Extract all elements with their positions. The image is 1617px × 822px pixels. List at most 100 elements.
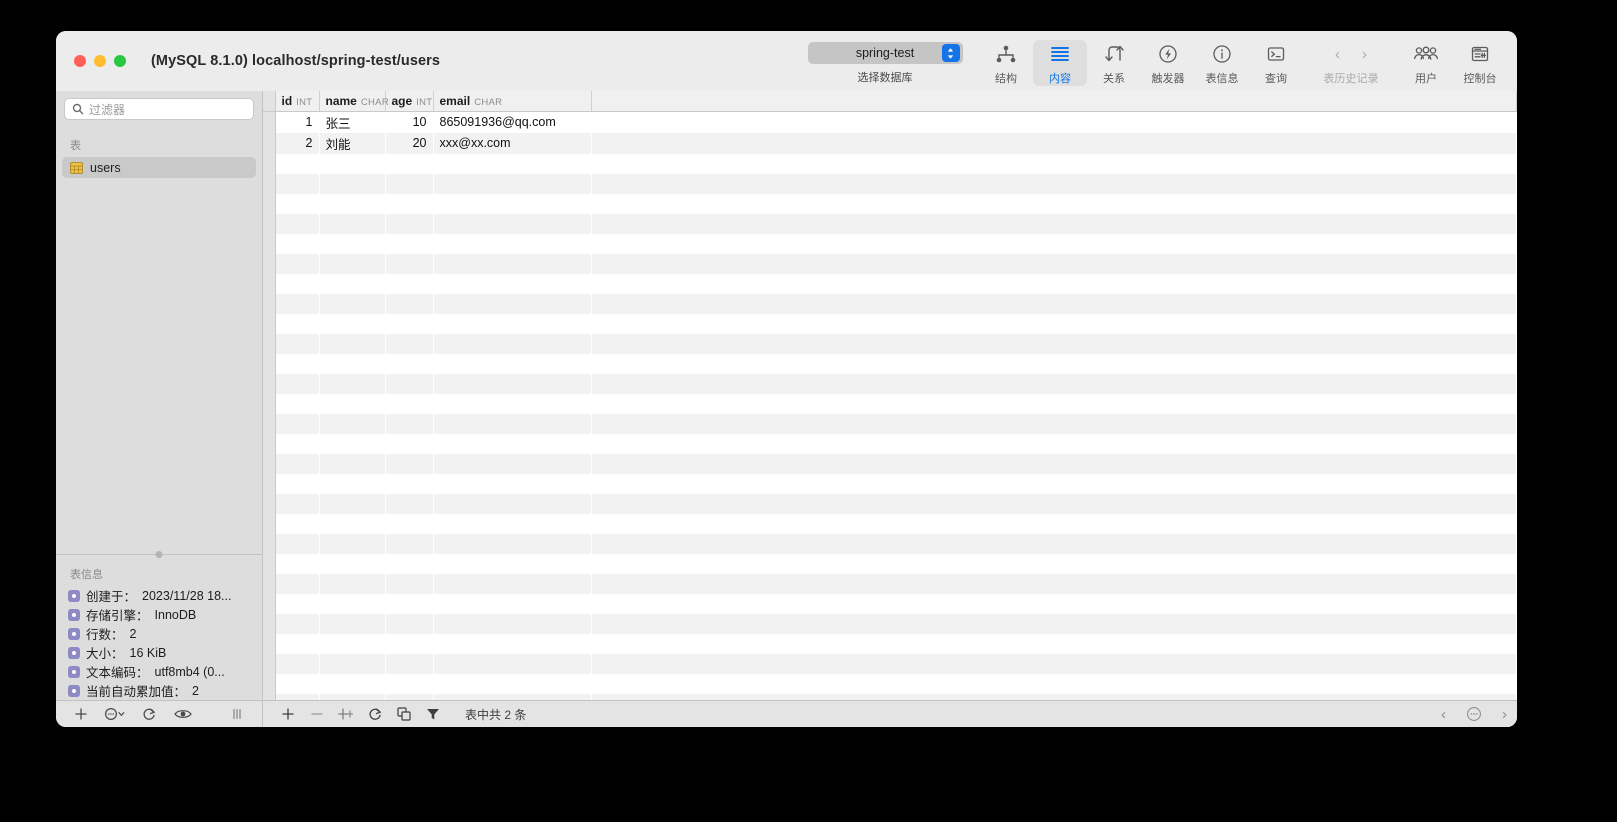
duplicate-row-icon[interactable]	[331, 707, 360, 721]
cell-id[interactable]	[275, 413, 319, 434]
table-row[interactable]	[263, 453, 1517, 474]
cell-id[interactable]	[275, 313, 319, 334]
cell-filler[interactable]	[591, 433, 1517, 454]
cell-id[interactable]	[275, 513, 319, 534]
column-header-email[interactable]: email CHAR	[433, 91, 592, 112]
table-row[interactable]	[263, 273, 1517, 294]
cell-id[interactable]	[275, 173, 319, 194]
table-row[interactable]	[263, 473, 1517, 494]
cell-age[interactable]	[385, 613, 433, 634]
cell-id[interactable]: 2	[275, 132, 319, 154]
table-row[interactable]	[263, 193, 1517, 214]
tab-table-info[interactable]: 表信息	[1195, 40, 1249, 86]
column-header-age[interactable]: age INT	[385, 91, 434, 112]
table-row[interactable]	[263, 633, 1517, 654]
cell-age[interactable]	[385, 673, 433, 694]
cell-email[interactable]	[433, 333, 591, 354]
cell-name[interactable]	[319, 653, 385, 674]
cell-name[interactable]	[319, 673, 385, 694]
more-menu-icon[interactable]	[98, 707, 132, 721]
cell-id[interactable]	[275, 353, 319, 374]
table-row[interactable]	[263, 693, 1517, 700]
copy-icon[interactable]	[389, 707, 418, 721]
cell-filler[interactable]	[591, 473, 1517, 494]
cell-filler[interactable]	[591, 453, 1517, 474]
table-row[interactable]	[263, 493, 1517, 514]
history-forward-icon[interactable]: ›	[1362, 46, 1367, 63]
table-row[interactable]	[263, 553, 1517, 574]
database-select[interactable]: spring-test	[807, 42, 963, 64]
table-row[interactable]	[263, 313, 1517, 334]
cell-name[interactable]	[319, 233, 385, 254]
cell-name[interactable]	[319, 553, 385, 574]
tab-triggers[interactable]: 触发器	[1141, 40, 1195, 86]
cell-name[interactable]	[319, 573, 385, 594]
table-row[interactable]	[263, 533, 1517, 554]
cell-email[interactable]	[433, 153, 591, 174]
cell-email[interactable]	[433, 173, 591, 194]
table-row[interactable]	[263, 253, 1517, 274]
cell-id[interactable]	[275, 293, 319, 314]
cell-id[interactable]	[275, 533, 319, 554]
cell-email[interactable]	[433, 573, 591, 594]
cell-age[interactable]	[385, 473, 433, 494]
minimize-button[interactable]	[94, 55, 106, 67]
cell-email[interactable]	[433, 413, 591, 434]
cell-age[interactable]	[385, 213, 433, 234]
cell-name[interactable]	[319, 253, 385, 274]
cell-id[interactable]	[275, 613, 319, 634]
cell-age[interactable]	[385, 153, 433, 174]
cell-id[interactable]	[275, 473, 319, 494]
cell-email[interactable]	[433, 513, 591, 534]
table-row[interactable]	[263, 173, 1517, 194]
cell-age[interactable]	[385, 413, 433, 434]
refresh-icon[interactable]	[132, 707, 166, 722]
cell-email[interactable]	[433, 253, 591, 274]
zoom-button[interactable]	[114, 55, 126, 67]
cell-id[interactable]	[275, 273, 319, 294]
cell-age[interactable]	[385, 453, 433, 474]
cell-id[interactable]	[275, 333, 319, 354]
cell-email[interactable]	[433, 353, 591, 374]
cell-id[interactable]	[275, 233, 319, 254]
cell-id[interactable]	[275, 393, 319, 414]
cell-age[interactable]	[385, 333, 433, 354]
cell-name[interactable]	[319, 313, 385, 334]
cell-id[interactable]	[275, 193, 319, 214]
cell-filler[interactable]	[591, 293, 1517, 314]
cell-email[interactable]	[433, 673, 591, 694]
cell-name[interactable]	[319, 433, 385, 454]
cell-id[interactable]	[275, 693, 319, 700]
tab-users[interactable]: 用户	[1399, 40, 1453, 86]
cell-email[interactable]	[433, 293, 591, 314]
cell-email[interactable]: 865091936@qq.com	[433, 111, 591, 133]
table-row[interactable]	[263, 413, 1517, 434]
cell-age[interactable]	[385, 353, 433, 374]
cell-email[interactable]	[433, 273, 591, 294]
table-row[interactable]	[263, 153, 1517, 174]
cell-filler[interactable]	[591, 213, 1517, 234]
table-row[interactable]	[263, 573, 1517, 594]
cell-filler[interactable]	[591, 393, 1517, 414]
cell-age[interactable]: 10	[385, 111, 433, 133]
cell-name[interactable]	[319, 373, 385, 394]
cell-age[interactable]	[385, 653, 433, 674]
cell-filler[interactable]	[591, 533, 1517, 554]
cell-email[interactable]	[433, 433, 591, 454]
filter-input[interactable]: 过滤器	[64, 98, 254, 120]
cell-email[interactable]	[433, 453, 591, 474]
tab-query[interactable]: 查询	[1249, 40, 1303, 86]
cell-filler[interactable]	[591, 553, 1517, 574]
cell-id[interactable]	[275, 593, 319, 614]
cell-filler[interactable]	[591, 273, 1517, 294]
cell-filler[interactable]	[591, 413, 1517, 434]
cell-id[interactable]	[275, 433, 319, 454]
cell-age[interactable]	[385, 193, 433, 214]
cell-filler[interactable]	[591, 613, 1517, 634]
cell-filler[interactable]	[591, 573, 1517, 594]
cell-age[interactable]	[385, 173, 433, 194]
cell-name[interactable]	[319, 533, 385, 554]
cell-age[interactable]	[385, 693, 433, 700]
table-row[interactable]	[263, 673, 1517, 694]
cell-filler[interactable]	[591, 513, 1517, 534]
